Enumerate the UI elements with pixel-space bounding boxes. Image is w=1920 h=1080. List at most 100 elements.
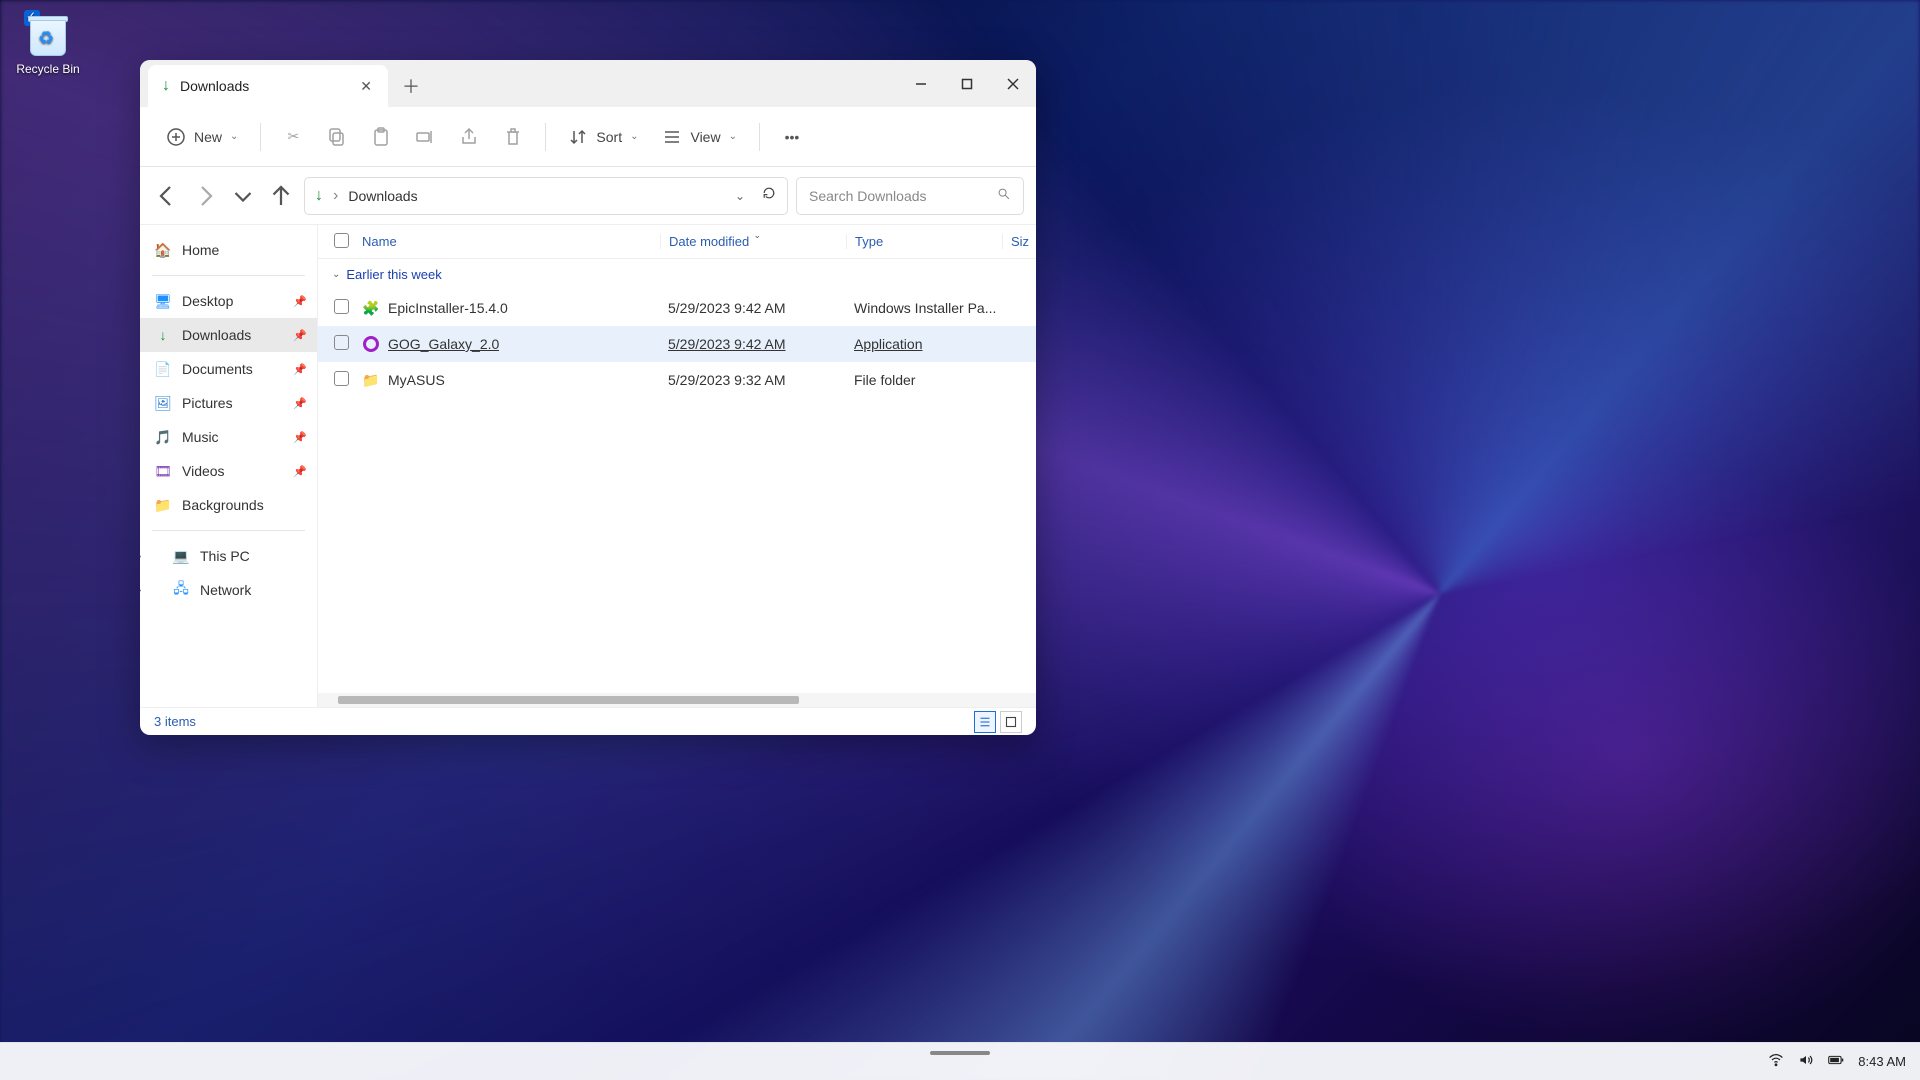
pin-icon: 📌 <box>293 329 307 342</box>
navigation-row: ↓ › Downloads ⌄ Search Downloads <box>140 167 1036 225</box>
more-button[interactable]: ••• <box>772 121 812 153</box>
recycle-bin-label: Recycle Bin <box>10 62 86 76</box>
row-checkbox[interactable] <box>334 299 349 314</box>
minimize-button[interactable] <box>898 60 944 107</box>
chevron-down-icon[interactable]: ⌄ <box>735 189 745 203</box>
chevron-right-icon[interactable]: › <box>140 551 141 562</box>
share-button[interactable] <box>449 121 489 153</box>
maximize-button[interactable] <box>944 60 990 107</box>
view-label: View <box>690 129 720 145</box>
sidebar-item-pictures[interactable]: 🖼 Pictures 📌 <box>140 386 317 420</box>
address-bar[interactable]: ↓ › Downloads ⌄ <box>304 177 788 215</box>
file-date: 5/29/2023 9:32 AM <box>660 372 846 388</box>
row-checkbox[interactable] <box>334 371 349 386</box>
sort-indicator-icon: ⌄ <box>754 230 762 241</box>
sort-icon <box>568 127 588 147</box>
sidebar-item-downloads[interactable]: ↓ Downloads 📌 <box>140 318 317 352</box>
new-tab-button[interactable]: ＋ <box>388 65 434 107</box>
view-button[interactable]: View ⌄ <box>652 121 746 153</box>
documents-icon: 📄 <box>154 360 172 378</box>
scrollbar-thumb[interactable] <box>338 696 799 704</box>
horizontal-scrollbar[interactable] <box>318 693 1036 707</box>
taskbar-handle <box>930 1051 990 1055</box>
statusbar: 3 items <box>140 707 1036 735</box>
recent-button[interactable] <box>228 181 258 211</box>
desktop-icon-recycle-bin[interactable]: ♻ Recycle Bin <box>10 10 86 76</box>
sidebar-label: Home <box>182 242 219 258</box>
share-icon <box>459 127 479 147</box>
file-type: File folder <box>846 372 1002 388</box>
sidebar-item-documents[interactable]: 📄 Documents 📌 <box>140 352 317 386</box>
refresh-button[interactable] <box>761 185 777 206</box>
file-row[interactable]: 🧩EpicInstaller-15.4.05/29/2023 9:42 AMWi… <box>318 290 1036 326</box>
sidebar-label: Documents <box>182 361 253 377</box>
titlebar[interactable]: ↓ Downloads ✕ ＋ <box>140 60 1036 107</box>
paste-button[interactable] <box>361 121 401 153</box>
taskbar[interactable]: 8:43 AM <box>0 1042 1920 1080</box>
downloads-icon: ↓ <box>162 77 170 95</box>
file-type: Application <box>846 336 1002 352</box>
chevron-down-icon: ⌄ <box>729 131 737 142</box>
file-date: 5/29/2023 9:42 AM <box>660 300 846 316</box>
sidebar-item-backgrounds[interactable]: 📁 Backgrounds <box>140 488 317 522</box>
folder-icon: 📁 <box>154 496 172 514</box>
copy-icon <box>327 127 347 147</box>
rename-button[interactable] <box>405 121 445 153</box>
sidebar: 🏠 Home 🖥 Desktop 📌 ↓ Downloads 📌 📄 Docum… <box>140 225 318 707</box>
sidebar-label: Desktop <box>182 293 233 309</box>
tab-title: Downloads <box>180 78 346 94</box>
sort-button[interactable]: Sort ⌄ <box>558 121 648 153</box>
volume-icon[interactable] <box>1798 1052 1814 1071</box>
pc-icon: 💻 <box>172 547 190 565</box>
sidebar-item-desktop[interactable]: 🖥 Desktop 📌 <box>140 284 317 318</box>
column-name[interactable]: Name <box>362 234 660 249</box>
file-icon: 🧩 <box>362 299 380 317</box>
file-row[interactable]: 📁MyASUS5/29/2023 9:32 AMFile folder <box>318 362 1036 398</box>
icons-view-button[interactable] <box>1000 711 1022 733</box>
column-size[interactable]: Siz <box>1002 234 1036 249</box>
pin-icon: 📌 <box>293 431 307 444</box>
group-header[interactable]: ⌄ Earlier this week <box>318 259 1036 290</box>
sidebar-label: Backgrounds <box>182 497 264 513</box>
trash-icon <box>503 127 523 147</box>
up-button[interactable] <box>266 181 296 211</box>
music-icon: 🎵 <box>154 428 172 446</box>
group-label: Earlier this week <box>346 267 441 282</box>
sidebar-item-music[interactable]: 🎵 Music 📌 <box>140 420 317 454</box>
tab-downloads[interactable]: ↓ Downloads ✕ <box>148 65 388 107</box>
file-explorer-window: ↓ Downloads ✕ ＋ New ⌄ ✂ Sort ⌄ <box>140 60 1036 735</box>
sidebar-label: Music <box>182 429 219 445</box>
sidebar-item-videos[interactable]: 🎞 Videos 📌 <box>140 454 317 488</box>
back-button[interactable] <box>152 181 182 211</box>
clock[interactable]: 8:43 AM <box>1858 1054 1906 1069</box>
search-input[interactable]: Search Downloads <box>796 177 1024 215</box>
forward-button[interactable] <box>190 181 220 211</box>
sidebar-item-this-pc[interactable]: › 💻 This PC <box>140 539 317 573</box>
row-checkbox[interactable] <box>334 335 349 350</box>
file-name: MyASUS <box>388 372 445 388</box>
pictures-icon: 🖼 <box>154 394 172 412</box>
column-type[interactable]: Type <box>846 234 1002 249</box>
select-all-checkbox[interactable] <box>334 233 349 248</box>
close-button[interactable] <box>990 60 1036 107</box>
pin-icon: 📌 <box>293 465 307 478</box>
column-date[interactable]: ⌄Date modified <box>660 234 846 249</box>
copy-button[interactable] <box>317 121 357 153</box>
cut-button[interactable]: ✂ <box>273 121 313 153</box>
file-row[interactable]: GOG_Galaxy_2.05/29/2023 9:42 AMApplicati… <box>318 326 1036 362</box>
battery-icon[interactable] <box>1828 1052 1844 1071</box>
breadcrumb-location[interactable]: Downloads <box>348 188 417 204</box>
sidebar-item-home[interactable]: 🏠 Home <box>140 233 317 267</box>
pin-icon: 📌 <box>293 397 307 410</box>
chevron-right-icon[interactable]: › <box>140 585 141 596</box>
sidebar-item-network[interactable]: › 🖧 Network <box>140 573 317 607</box>
details-view-button[interactable] <box>974 711 996 733</box>
wifi-icon[interactable] <box>1768 1052 1784 1071</box>
file-type: Windows Installer Pa... <box>846 300 1002 316</box>
chevron-down-icon: ⌄ <box>332 269 340 280</box>
content-pane: Name ⌄Date modified Type Siz ⌄ Earlier t… <box>318 225 1036 707</box>
delete-button[interactable] <box>493 121 533 153</box>
home-icon: 🏠 <box>154 241 172 259</box>
new-button[interactable]: New ⌄ <box>156 121 248 153</box>
tab-close-button[interactable]: ✕ <box>356 74 376 99</box>
